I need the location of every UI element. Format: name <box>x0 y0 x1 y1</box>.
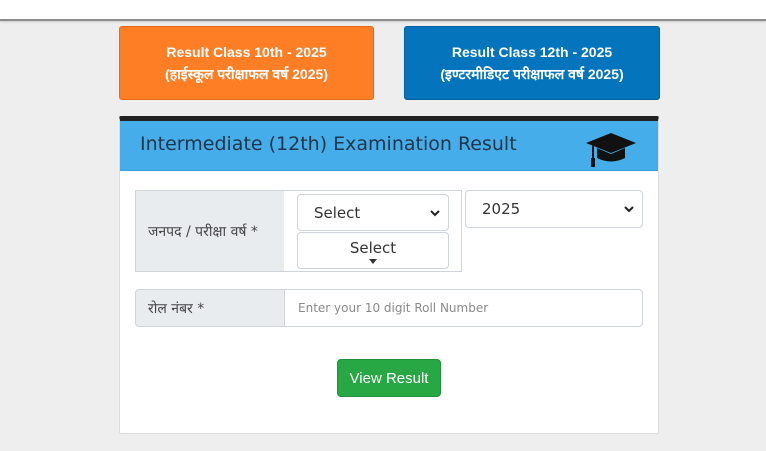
view-result-label: View Result <box>349 369 429 387</box>
roll-number-label-text: रोल नंबर * <box>148 300 205 317</box>
district-year-label: जनपद / परीक्षा वर्ष * <box>135 190 285 272</box>
year-select[interactable]: 2025 <box>465 190 643 228</box>
district-select[interactable]: Select <box>297 194 449 231</box>
view-result-button[interactable]: View Result <box>337 359 441 397</box>
top-bar <box>0 0 766 21</box>
result-class-12-title: Result Class 12th - 2025 <box>451 44 613 60</box>
card-title: Intermediate (12th) Examination Result <box>140 133 517 155</box>
district-year-label-text: जनपद / परीक्षा वर्ष * <box>148 223 258 240</box>
card-header: Intermediate (12th) Examination Result <box>120 121 658 171</box>
graduation-cap-icon <box>586 133 636 167</box>
district-select-value: Select <box>314 203 361 222</box>
result-class-10-button[interactable]: Result Class 10th - 2025 (हाईस्कूल परीक्… <box>119 26 374 100</box>
year-select-value: 2025 <box>482 200 521 218</box>
roll-number-label: रोल नंबर * <box>135 289 285 327</box>
roll-number-input[interactable] <box>284 289 643 327</box>
secondary-select-value: Select <box>349 239 397 257</box>
result-class-10-title: Result Class 10th - 2025 <box>166 44 327 60</box>
chevron-down-icon <box>624 206 634 213</box>
secondary-select[interactable]: Select <box>297 232 449 269</box>
result-class-12-subtitle: (इण्टरमीडिएट परीक्षाफल वर्ष 2025) <box>440 66 624 82</box>
chevron-down-icon <box>430 209 440 216</box>
caret-down-icon <box>369 259 377 264</box>
result-class-12-button[interactable]: Result Class 12th - 2025 (इण्टरमीडिएट पर… <box>404 26 660 100</box>
result-class-10-subtitle: (हाईस्कूल परीक्षाफल वर्ष 2025) <box>165 66 328 82</box>
